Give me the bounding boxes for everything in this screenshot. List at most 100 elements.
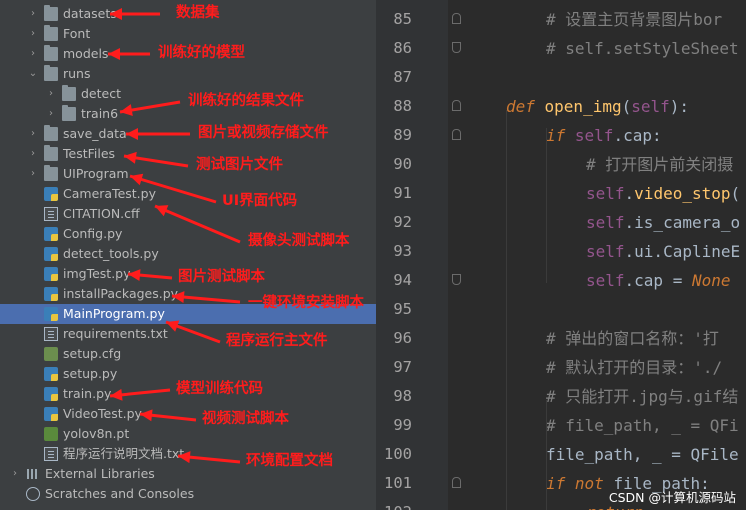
code-line[interactable]: 99 # file_path, _ = QFi: [376, 411, 746, 440]
tree-item-cameratest-py[interactable]: CameraTest.py: [0, 184, 376, 204]
line-number: 95: [393, 300, 412, 318]
python-file-icon: [44, 307, 58, 321]
tree-item-label: datasets: [63, 6, 117, 21]
tree-item-label: CameraTest.py: [63, 186, 156, 201]
config-file-icon: [44, 347, 58, 361]
tree-item-scratches-and-consoles[interactable]: Scratches and Consoles: [0, 484, 376, 504]
annotation-label: 程序运行主文件: [226, 333, 328, 349]
tree-item-label: Font: [63, 26, 91, 41]
code-line[interactable]: 96 # 弹出的窗口名称：'打: [376, 324, 746, 353]
tree-item-label: models: [63, 46, 109, 61]
tree-item-label: installPackages.py: [63, 286, 179, 301]
tree-item-label: CITATION.cff: [63, 206, 140, 221]
code-line[interactable]: 88 def open_img(self):: [376, 92, 746, 121]
pt-file-icon: [44, 427, 58, 441]
fold-marker-icon[interactable]: [452, 13, 461, 24]
tree-item-font[interactable]: › Font: [0, 24, 376, 44]
code-token: file_path, _ = QFile: [546, 445, 739, 464]
folder-icon: [44, 5, 58, 21]
python-file-icon: [44, 227, 58, 241]
line-number: 89: [393, 126, 412, 144]
folder-icon: [44, 45, 58, 61]
code-line[interactable]: 86 # self.setStyleSheet: [376, 34, 746, 63]
chevron-right-icon[interactable]: ›: [10, 464, 20, 484]
line-number: 85: [393, 10, 412, 28]
code-text: # 默认打开的目录：'./: [546, 353, 722, 382]
fold-marker-icon[interactable]: [452, 477, 461, 488]
line-number: 86: [393, 39, 412, 57]
code-token: self: [586, 242, 625, 261]
tree-item-label: Config.py: [63, 226, 123, 241]
code-token: # 只能打开.jpg与.gif结: [546, 387, 739, 406]
code-line[interactable]: 92 self.is_camera_o: [376, 208, 746, 237]
line-number: 101: [384, 474, 412, 492]
code-token: if not: [546, 474, 614, 493]
python-file-icon: [44, 407, 58, 421]
chevron-right-icon[interactable]: ›: [46, 84, 56, 104]
chevron-right-icon[interactable]: ›: [28, 24, 38, 44]
tree-item-label: imgTest.py: [63, 266, 131, 281]
tree-item-testfiles[interactable]: › TestFiles: [0, 144, 376, 164]
code-line[interactable]: 90 # 打开图片前关闭摄: [376, 150, 746, 179]
code-text: # 设置主页背景图片bor: [546, 5, 722, 34]
chevron-right-icon[interactable]: ›: [28, 144, 38, 164]
tree-item-label: External Libraries: [45, 466, 155, 481]
code-line[interactable]: 100 file_path, _ = QFile: [376, 440, 746, 469]
library-icon: [26, 467, 40, 481]
fold-marker-icon[interactable]: [452, 42, 461, 53]
chevron-right-icon[interactable]: ›: [28, 44, 38, 64]
tree-item-label: TestFiles: [63, 146, 116, 161]
tree-item-yolov8n-pt[interactable]: yolov8n.pt: [0, 424, 376, 444]
tree-item-uiprogram[interactable]: › UIProgram: [0, 164, 376, 184]
code-token: self: [631, 97, 670, 116]
code-line[interactable]: 87: [376, 63, 746, 92]
folder-icon: [44, 65, 58, 81]
code-line[interactable]: 98 # 只能打开.jpg与.gif结: [376, 382, 746, 411]
chevron-right-icon[interactable]: ›: [46, 104, 56, 124]
code-text: def open_img(self):: [506, 92, 689, 121]
tree-item-runs[interactable]: ⌄ runs: [0, 64, 376, 84]
fold-marker-icon[interactable]: [452, 100, 461, 111]
chevron-right-icon[interactable]: ›: [28, 124, 38, 144]
tree-item-label: setup.cfg: [63, 346, 122, 361]
code-text: self.ui.CaplineE: [586, 237, 740, 266]
line-number: 102: [376, 498, 412, 510]
tree-item-label: 程序运行说明文档.txt: [63, 446, 185, 461]
code-line[interactable]: 94 self.cap = None: [376, 266, 746, 295]
code-line[interactable]: 91 self.video_stop(: [376, 179, 746, 208]
code-token: .cap:: [613, 126, 662, 145]
chevron-down-icon[interactable]: ⌄: [28, 64, 38, 84]
tree-item-videotest-py[interactable]: VideoTest.py: [0, 404, 376, 424]
indent-guide: [546, 128, 547, 283]
code-token: # 打开图片前关闭摄: [586, 155, 734, 174]
tree-item-citation-cff[interactable]: CITATION.cff: [0, 204, 376, 224]
chevron-right-icon[interactable]: ›: [28, 4, 38, 24]
tree-item-label: UIProgram: [63, 166, 129, 181]
code-editor[interactable]: 85 # 设置主页背景图片bor 86 # self.setStyleSheet 87 8…: [376, 0, 746, 510]
code-token: # self.setStyleSheet: [546, 39, 739, 58]
chevron-right-icon[interactable]: ›: [28, 164, 38, 184]
code-line[interactable]: 95: [376, 295, 746, 324]
annotation-label: 图片测试脚本: [178, 269, 265, 285]
code-token: # 设置主页背景图片bor: [546, 10, 723, 29]
code-text: # file_path, _ = QFi: [546, 411, 739, 440]
tree-item-label: Scratches and Consoles: [45, 486, 195, 501]
code-text: # self.setStyleSheet: [546, 34, 739, 63]
fold-marker-icon[interactable]: [452, 129, 461, 140]
code-line[interactable]: 85 # 设置主页背景图片bor: [376, 5, 746, 34]
fold-marker-icon[interactable]: [452, 274, 461, 285]
annotation-label: 训练好的模型: [158, 45, 245, 61]
code-token: video_stop: [634, 184, 731, 203]
code-line[interactable]: 97 # 默认打开的目录：'./: [376, 353, 746, 382]
code-text: # 只能打开.jpg与.gif结: [546, 382, 738, 411]
code-token: self: [586, 184, 625, 203]
tree-item-label: runs: [63, 66, 91, 81]
text-file-icon: [44, 327, 58, 341]
python-file-icon: [44, 387, 58, 401]
line-number: 96: [393, 329, 412, 347]
line-number: 87: [393, 68, 412, 86]
tree-item-label: requirements.txt: [63, 326, 168, 341]
code-line[interactable]: 89 if self.cap:: [376, 121, 746, 150]
code-token: .is_camera_o: [624, 213, 741, 232]
code-line[interactable]: 93 self.ui.CaplineE: [376, 237, 746, 266]
